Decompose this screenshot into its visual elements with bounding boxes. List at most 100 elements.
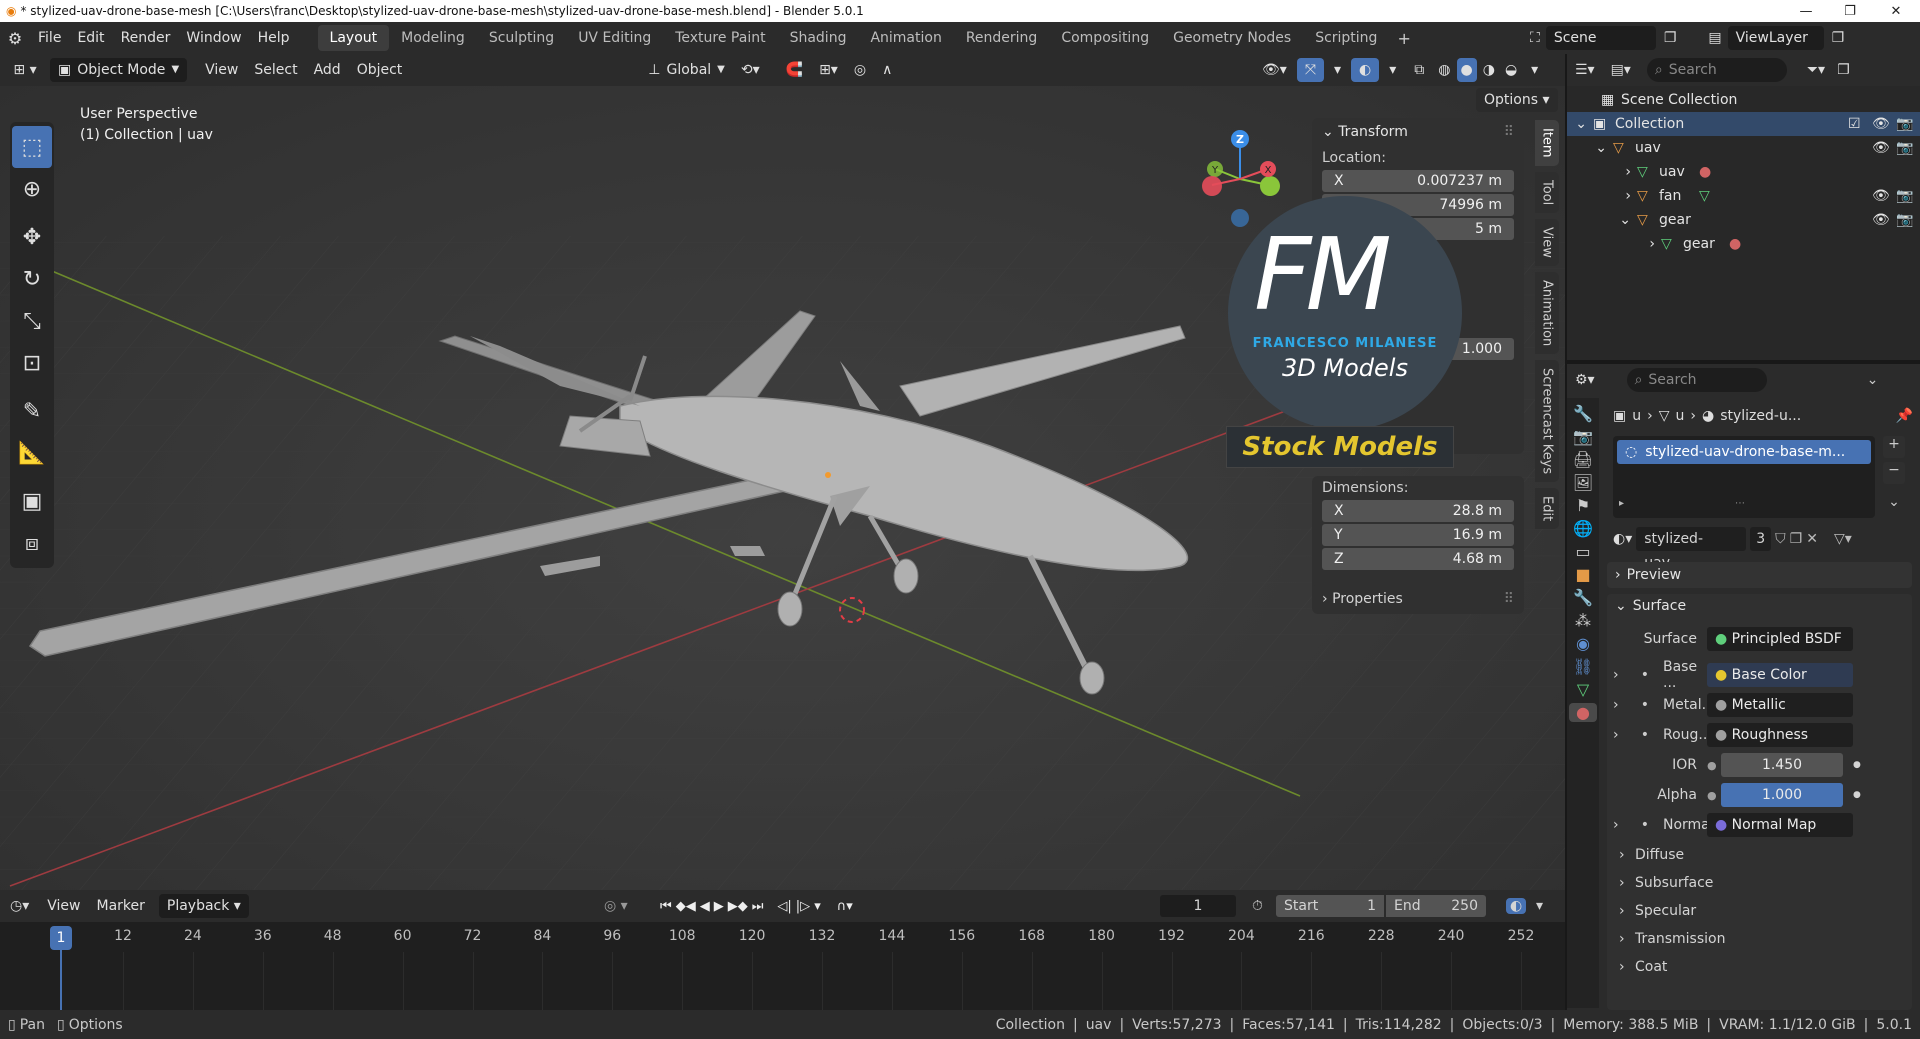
- outliner-editor-icon[interactable]: ☰▾: [1567, 62, 1603, 78]
- tab-sculpting[interactable]: Sculpting: [477, 25, 566, 51]
- tab-compositing[interactable]: Compositing: [1049, 25, 1161, 51]
- cursor-tool-icon[interactable]: ⊕: [10, 168, 54, 210]
- object-properties-icon[interactable]: ■: [1575, 565, 1590, 584]
- chevron-down-icon[interactable]: ⌄: [1867, 372, 1879, 388]
- camera-icon[interactable]: 📷: [1896, 188, 1920, 204]
- chevron-right-icon[interactable]: ›: [1613, 697, 1633, 713]
- playback-menu[interactable]: Playback ▾: [158, 894, 249, 918]
- add-workspace-icon[interactable]: +: [1389, 29, 1418, 48]
- dimension-x-field[interactable]: X 28.8 m: [1322, 500, 1514, 522]
- surface-shader-field[interactable]: ● Principled BSDF: [1707, 627, 1853, 651]
- jump-start-icon[interactable]: ⏮: [660, 899, 672, 914]
- scene-properties-icon[interactable]: ⚑: [1576, 496, 1590, 515]
- base-color-field[interactable]: ● Base Color: [1707, 663, 1853, 687]
- section-transmission[interactable]: › Transmission: [1619, 926, 1919, 952]
- tab-geometry-nodes[interactable]: Geometry Nodes: [1161, 25, 1303, 51]
- maximize-icon[interactable]: ❐: [1828, 0, 1872, 22]
- outliner-row-gear-mesh[interactable]: › ▽ gear ●: [1567, 232, 1920, 256]
- outliner-row-uav[interactable]: ⌄ ▽ uav 👁 📷: [1567, 136, 1920, 160]
- outliner-search-field[interactable]: ⌕ Search: [1646, 58, 1787, 82]
- resize-handle-icon[interactable]: ⋯: [1735, 498, 1745, 509]
- material-slot-item[interactable]: ◌ stylized-uav-drone-base-m...: [1617, 440, 1871, 464]
- modifier-properties-icon[interactable]: 🔧: [1573, 588, 1593, 607]
- eye-icon[interactable]: 👁: [1872, 188, 1896, 204]
- timeline-view-icon[interactable]: ◐: [1506, 898, 1527, 914]
- roughness-field[interactable]: ● Roughness: [1707, 723, 1853, 747]
- outliner-row-fan[interactable]: › ▽ fan ▽ 👁 📷: [1567, 184, 1920, 208]
- solid-shading-icon[interactable]: ●: [1456, 58, 1477, 82]
- new-viewlayer-icon[interactable]: ❐: [1824, 30, 1853, 46]
- menu-help[interactable]: Help: [250, 22, 298, 54]
- physics-properties-icon[interactable]: ◉: [1576, 634, 1590, 653]
- blender-menu-icon[interactable]: ⚙: [0, 29, 30, 48]
- pin-icon[interactable]: 📌: [1896, 408, 1913, 424]
- rotate-tool-icon[interactable]: ↻: [10, 258, 54, 300]
- new-collection-icon[interactable]: ❐: [1837, 62, 1850, 78]
- current-frame-field[interactable]: 1: [1160, 895, 1236, 917]
- menu-window[interactable]: Window: [178, 22, 249, 54]
- properties-editor-icon[interactable]: ⚙▾: [1567, 372, 1603, 388]
- material-properties-icon[interactable]: ●: [1569, 703, 1597, 722]
- viewlayer-icon[interactable]: ▤: [1702, 30, 1727, 46]
- 3d-viewport[interactable]: Z Y X User Perspective (1) Collection | …: [0, 86, 1565, 890]
- viewlayer-selector[interactable]: ViewLayer: [1727, 26, 1824, 50]
- world-properties-icon[interactable]: 🌐: [1573, 519, 1593, 538]
- mode-selector[interactable]: ▣ Object Mode ▼: [50, 58, 188, 82]
- close-icon[interactable]: ✕: [1874, 0, 1918, 22]
- annotate-tool-icon[interactable]: ✎: [10, 390, 54, 432]
- drag-handle-icon[interactable]: ⠿: [1504, 124, 1514, 140]
- auto-key-icon[interactable]: ∩▾: [837, 899, 853, 914]
- rendered-shading-icon[interactable]: ◒: [1501, 58, 1521, 82]
- gizmo-options-icon[interactable]: ▾: [1326, 58, 1349, 82]
- expand-icon[interactable]: ▸: [1619, 498, 1624, 509]
- scale-tool-icon[interactable]: ⤡: [10, 300, 54, 342]
- output-properties-icon[interactable]: 🖨: [1573, 450, 1593, 469]
- visibility-icon[interactable]: 👁▾: [1254, 58, 1295, 82]
- transform-tool-icon[interactable]: ⊡: [10, 342, 54, 384]
- preview-section[interactable]: › Preview: [1607, 562, 1912, 588]
- options-button[interactable]: Options ▾: [1476, 88, 1558, 112]
- scene-selector[interactable]: Scene: [1545, 26, 1656, 50]
- pivot-icon[interactable]: ⟲▾: [733, 58, 768, 82]
- drag-handle-icon[interactable]: ⠿: [1504, 591, 1514, 607]
- properties-search-field[interactable]: ⌕ Search: [1626, 368, 1767, 392]
- display-mode-icon[interactable]: ▤▾: [1603, 62, 1639, 78]
- surface-section-header[interactable]: ⌄ Surface: [1607, 594, 1912, 618]
- menu-object[interactable]: Object: [349, 58, 411, 82]
- record-icon[interactable]: ◎ ▾: [604, 898, 628, 914]
- falloff-icon[interactable]: ∧: [874, 58, 900, 82]
- measure-tool-icon[interactable]: 📐: [10, 432, 54, 474]
- chevron-right-icon[interactable]: ›: [1613, 667, 1633, 683]
- tab-shading[interactable]: Shading: [778, 25, 859, 51]
- shading-options-icon[interactable]: ▾: [1523, 58, 1546, 82]
- tab-view[interactable]: View: [1535, 218, 1559, 266]
- data-properties-icon[interactable]: ▽: [1577, 680, 1589, 699]
- particles-properties-icon[interactable]: ⁂: [1575, 611, 1591, 630]
- tool-properties-icon[interactable]: 🔧: [1573, 404, 1593, 423]
- chevron-down-icon[interactable]: ⌄: [1567, 140, 1613, 156]
- alpha-field[interactable]: 1.000: [1721, 783, 1843, 807]
- minimize-icon[interactable]: —: [1784, 0, 1828, 22]
- tab-tool[interactable]: Tool: [1535, 171, 1559, 213]
- chevron-down-icon[interactable]: ▾: [814, 899, 821, 914]
- select-box-icon[interactable]: ⬚: [12, 126, 52, 168]
- wireframe-shading-icon[interactable]: ◍: [1434, 58, 1454, 82]
- section-specular[interactable]: › Specular: [1619, 898, 1919, 924]
- constraints-properties-icon[interactable]: ⛓: [1573, 657, 1593, 676]
- menu-add[interactable]: Add: [306, 58, 349, 82]
- prev-keyframe-icon[interactable]: ◆◀: [676, 899, 696, 914]
- unlink-material-icon[interactable]: ✕: [1806, 531, 1818, 547]
- tab-edit[interactable]: Edit: [1535, 488, 1559, 530]
- chevron-right-icon[interactable]: ›: [1567, 164, 1637, 180]
- view-layer-properties-icon[interactable]: 🖼: [1573, 473, 1593, 492]
- snap-increment-icon[interactable]: ⊞▾: [811, 58, 846, 82]
- location-x-field[interactable]: X 0.007237 m: [1322, 170, 1514, 192]
- keyframe-dot-icon[interactable]: ●: [1853, 790, 1861, 800]
- dimension-z-field[interactable]: Z 4.68 m: [1322, 548, 1514, 570]
- checkbox-icon[interactable]: ☑: [1848, 116, 1872, 132]
- timeline-editor-icon[interactable]: ◷▾: [0, 898, 39, 914]
- outliner-row-gear[interactable]: ⌄ ▽ gear 👁 📷: [1567, 208, 1920, 232]
- tab-screencast-keys[interactable]: Screencast Keys: [1535, 360, 1559, 483]
- section-diffuse[interactable]: › Diffuse: [1619, 842, 1919, 868]
- section-coat[interactable]: › Coat: [1619, 954, 1919, 980]
